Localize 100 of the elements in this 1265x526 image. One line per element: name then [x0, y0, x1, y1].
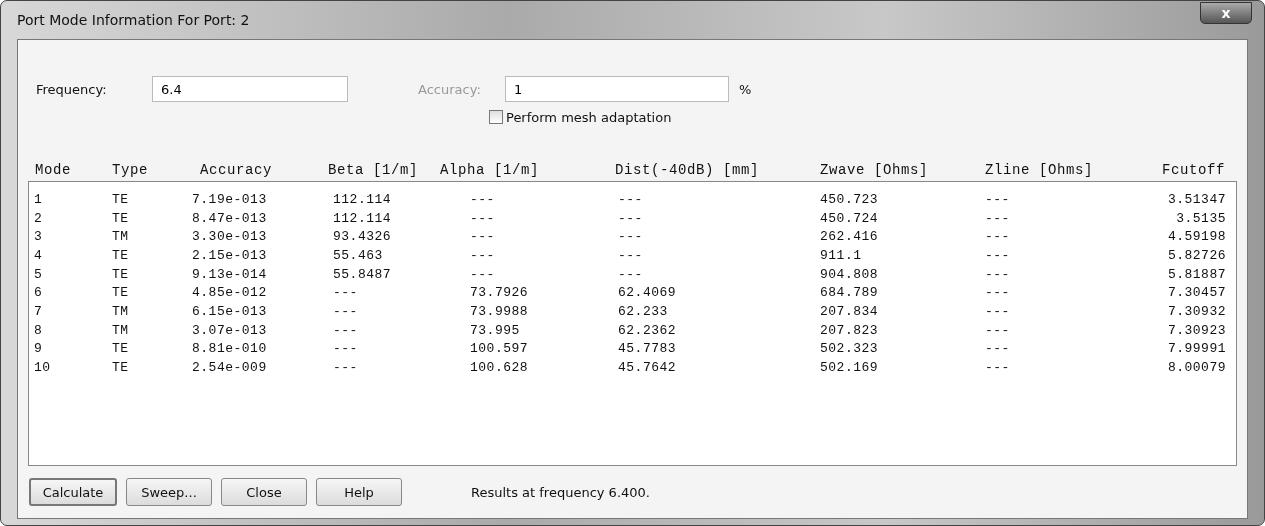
column-header: Zwave [Ohms]: [820, 162, 930, 178]
table-cell-text: TE: [112, 210, 130, 226]
dialog-button[interactable]: Sweep...: [126, 478, 212, 506]
table-cell-text: 3: [34, 229, 44, 245]
table-cell-text: ---: [470, 191, 496, 207]
table-cell-text: ---: [618, 247, 644, 263]
column-header: Beta [1/m]: [328, 162, 419, 178]
table-cell-text: 10: [34, 360, 52, 376]
table-cell-text: ---: [333, 322, 359, 338]
table-cell-text: 73.995: [470, 322, 521, 338]
table-cell-text: 45.7642: [618, 360, 678, 376]
column-header: Zline [Ohms]: [985, 162, 1095, 178]
column-header: Fcutoff: [1161, 162, 1225, 178]
table-cell-text: 502.169: [820, 360, 880, 376]
table-cell-text: 1: [34, 191, 44, 207]
column-header: Mode: [35, 162, 72, 178]
table-cell-text: ---: [985, 285, 1011, 301]
table-cell-text: ---: [333, 341, 359, 357]
frequency-field[interactable]: 6.4: [152, 76, 348, 102]
table-cell-text: 502.323: [820, 341, 880, 357]
table-cell-text: 8.00079: [1166, 360, 1226, 376]
table-cell-text: 62.233: [618, 303, 669, 319]
table-cell-text: TE: [112, 247, 130, 263]
table-cell-text: 207.834: [820, 303, 880, 319]
table-cell-text: ---: [333, 303, 359, 319]
table-cell-text: 450.723: [820, 191, 880, 207]
table-cell-text: 9.13e-014: [192, 266, 268, 282]
table-cell-text: 73.9988: [470, 303, 530, 319]
window-close-button[interactable]: x: [1200, 2, 1252, 24]
table-cell-text: ---: [985, 303, 1011, 319]
column-header: Type: [112, 162, 149, 178]
table-cell-text: TE: [112, 266, 130, 282]
table-cell-text: ---: [470, 247, 496, 263]
table-cell-text: 207.823: [820, 322, 880, 338]
table-cell-text: ---: [985, 266, 1011, 282]
table-cell-text: 5.82726: [1166, 247, 1226, 263]
table-cell-text: ---: [470, 210, 496, 226]
status-text: Results at frequency 6.400.: [471, 484, 650, 500]
table-cell-text: ---: [470, 229, 496, 245]
table-cell-text: 3.30e-013: [192, 229, 268, 245]
table-cell-text: 73.7926: [470, 285, 530, 301]
table-cell-text: 3.51347: [1166, 191, 1226, 207]
table-cell-text: 684.789: [820, 285, 880, 301]
table-cell-text: ---: [470, 266, 496, 282]
table-cell-text: 6.15e-013: [192, 303, 268, 319]
table-cell-text: TM: [112, 229, 130, 245]
table-cell-text: ---: [333, 360, 359, 376]
table-cell-text: 93.4326: [333, 229, 393, 245]
table-cell-text: 62.2362: [618, 322, 678, 338]
table-cell-text: 55.8487: [333, 266, 393, 282]
table-cell-text: 904.808: [820, 266, 880, 282]
table-cell-text: ---: [985, 247, 1011, 263]
table-cell-text: 4.85e-012: [192, 285, 268, 301]
table-cell-text: 45.7783: [618, 341, 678, 357]
dialog-button[interactable]: Close: [221, 478, 307, 506]
table-cell-text: TE: [112, 191, 130, 207]
table-cell-text: ---: [985, 229, 1011, 245]
table-cell-text: TM: [112, 303, 130, 319]
table-cell-text: ---: [985, 360, 1011, 376]
table-cell-text: TM: [112, 322, 130, 338]
dialog-button[interactable]: Help: [316, 478, 402, 506]
table-cell-text: 262.416: [820, 229, 880, 245]
table-cell-text: 7.99991: [1166, 341, 1226, 357]
table-cell-text: ---: [985, 210, 1011, 226]
table-cell-text: 112.114: [333, 210, 393, 226]
table-cell-text: TE: [112, 285, 130, 301]
dialog-button[interactable]: Calculate: [29, 478, 117, 506]
table-cell-text: ---: [985, 191, 1011, 207]
table-cell-text: 3.07e-013: [192, 322, 268, 338]
table-cell-text: 2.15e-013: [192, 247, 268, 263]
table-cell-text: ---: [618, 229, 644, 245]
table-cell-text: 100.597: [470, 341, 530, 357]
table-cell-text: ---: [618, 266, 644, 282]
table-cell-text: 62.4069: [618, 285, 678, 301]
table-cell-text: 6: [34, 285, 44, 301]
table-cell-text: ---: [985, 322, 1011, 338]
table-cell-text: ---: [985, 341, 1011, 357]
table-cell-text: 7: [34, 303, 44, 319]
table-cell-text: 7.30923: [1166, 322, 1226, 338]
table-cell-text: 4.59198: [1166, 229, 1226, 245]
table-cell-text: 2.54e-009: [192, 360, 268, 376]
accuracy-label: Accuracy:: [418, 81, 482, 97]
frequency-label: Frequency:: [35, 81, 108, 97]
column-header: Alpha [1/m]: [440, 162, 540, 178]
column-header: Dist(-40dB) [mm]: [615, 162, 761, 178]
table-cell-text: 7.30932: [1166, 303, 1226, 319]
table-cell-text: 4: [34, 247, 44, 263]
table-cell-text: 112.114: [333, 191, 393, 207]
table-cell-text: 5.81887: [1166, 266, 1226, 282]
table-cell-text: 2: [34, 210, 44, 226]
table-cell-text: 100.628: [470, 360, 530, 376]
column-header: Accuracy: [200, 162, 273, 178]
table-cell-text: 9: [34, 341, 44, 357]
unit-label: %: [739, 81, 752, 97]
table-cell-text: 7.19e-013: [192, 191, 268, 207]
table-cell-text: 55.463: [333, 247, 384, 263]
table-cell-text: 8: [34, 322, 44, 338]
mesh-adaptation-checkbox[interactable]: Perform mesh adaptation: [489, 109, 672, 125]
table-cell-text: 8.81e-010: [192, 341, 268, 357]
table-cell-text: 8.47e-013: [192, 210, 268, 226]
